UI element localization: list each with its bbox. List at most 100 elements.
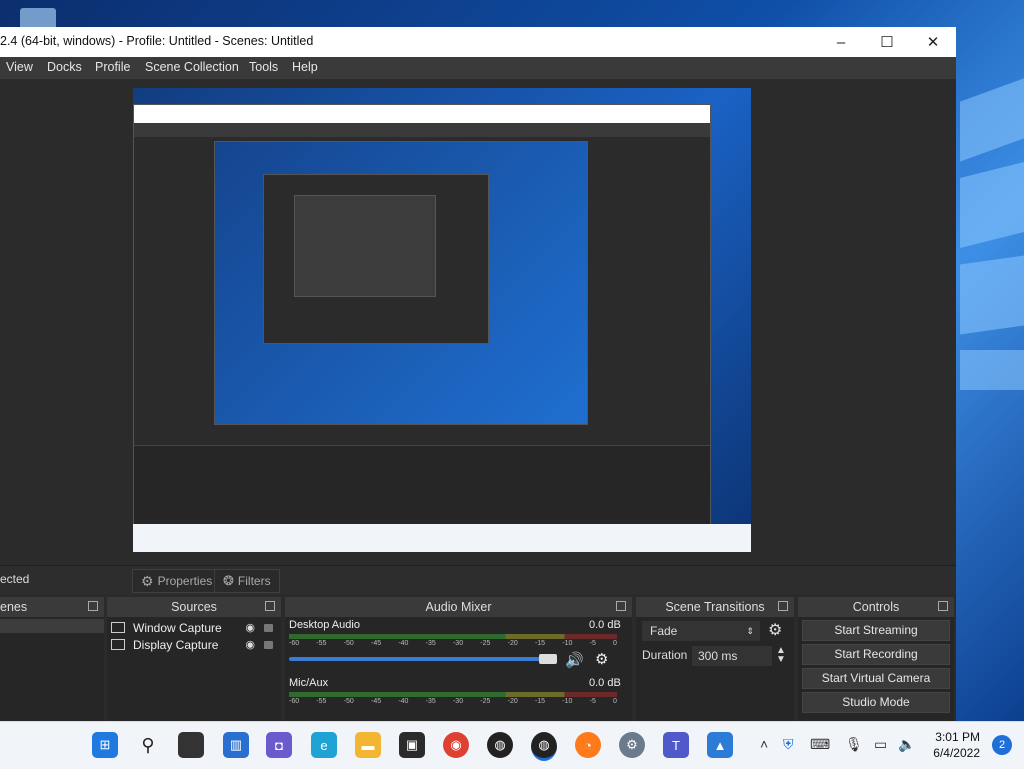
start-virtual-camera-button[interactable]: Start Virtual Camera <box>802 668 950 689</box>
network-icon[interactable]: ▭ <box>874 736 887 753</box>
meter-tick-label: -30 <box>452 698 464 705</box>
meter-tick-label: -40 <box>398 698 409 705</box>
notification-badge[interactable]: 2 <box>992 735 1012 755</box>
minimize-button[interactable]: – <box>818 27 864 57</box>
meter-tick-label: -25 <box>480 640 491 647</box>
selected-source-label: ected <box>0 572 30 586</box>
transition-select-row: Fade ⇕ ⚙ <box>636 620 794 644</box>
lock-icon[interactable] <box>264 640 273 649</box>
undock-icon[interactable] <box>616 601 626 611</box>
scenes-dock-title: enes <box>0 600 28 614</box>
meter-tick-label: -60 <box>289 698 300 705</box>
wallpaper-beam <box>960 162 1024 248</box>
volume-slider-knob[interactable] <box>539 654 557 664</box>
controls-dock: Controls Start Streaming Start Recording… <box>798 597 954 721</box>
menu-view[interactable]: View <box>6 60 33 74</box>
studio-mode-button[interactable]: Studio Mode <box>802 692 950 713</box>
filter-icon: ❂ <box>223 573 234 588</box>
transition-selected: Fade <box>650 624 678 638</box>
source-toolbar: ected ⚙ Properties ❂ Filters <box>0 565 956 594</box>
source-label: Window Capture <box>133 620 222 635</box>
properties-button[interactable]: ⚙ Properties <box>132 569 222 593</box>
meter-tick-label: -25 <box>480 698 491 705</box>
meter-tick-label: -30 <box>452 640 464 647</box>
close-button[interactable]: ✕ <box>910 27 956 57</box>
volume-slider[interactable] <box>289 654 557 664</box>
audio-mixer-dock: Audio Mixer Desktop Audio 0.0 dB -60 -55 -… <box>285 597 632 721</box>
obs-icon[interactable]: ◍ <box>487 732 513 758</box>
scene-list-item[interactable] <box>0 619 104 633</box>
undock-icon[interactable] <box>938 601 948 611</box>
store-icon[interactable]: ▣ <box>399 732 425 758</box>
gear-icon[interactable]: ⚙ <box>768 620 782 640</box>
maximize-icon: ☐ <box>880 34 894 51</box>
edge-icon[interactable]: e <box>311 732 337 758</box>
recursive-preview-3 <box>263 174 489 344</box>
teams-icon[interactable]: T <box>663 732 689 758</box>
filters-label: Filters <box>237 574 271 588</box>
windows-start-icon[interactable]: ⊞ <box>92 732 118 758</box>
settings-icon[interactable]: ⚙ <box>619 732 645 758</box>
display-capture-icon <box>111 639 125 650</box>
gear-icon[interactable]: ⚙ <box>595 650 608 668</box>
recursive-title-bar <box>134 105 710 123</box>
maximize-button[interactable]: ☐ <box>864 27 910 57</box>
gear-icon: ⚙ <box>141 572 154 589</box>
meter-tick-label: -10 <box>562 640 573 647</box>
mixer-channel-desktop-audio: Desktop Audio 0.0 dB -60 -55 -50 -45 -40 -35-… <box>285 617 632 675</box>
volume-icon[interactable]: 🔈 <box>898 736 915 753</box>
file-explorer-icon[interactable]: ▬ <box>355 732 381 758</box>
undock-icon[interactable] <box>265 601 275 611</box>
menu-profile[interactable]: Profile <box>95 60 130 74</box>
visibility-eye-icon[interactable]: ◉ <box>245 638 255 651</box>
volume-meter <box>289 634 617 639</box>
title-bar[interactable]: 2.4 (64-bit, windows) - Profile: Untitle… <box>0 27 956 57</box>
obs-active-icon[interactable]: ◍ <box>531 732 557 761</box>
chrome-icon[interactable]: ◉ <box>443 732 469 758</box>
widgets-icon[interactable]: ▥ <box>223 732 249 758</box>
meter-tick-label: -35 <box>425 698 436 705</box>
sources-dock-title: Sources <box>171 600 217 614</box>
microphone-icon[interactable]: 🎙 <box>845 736 863 753</box>
photos-icon[interactable]: ▲ <box>707 732 733 758</box>
meter-tick-label: -55 <box>316 698 327 705</box>
menu-docks[interactable]: Docks <box>47 60 82 74</box>
start-recording-button[interactable]: Start Recording <box>802 644 950 665</box>
meter-tick-label: -40 <box>398 640 409 647</box>
sources-dock-header: Sources <box>107 597 281 617</box>
spinner-icon[interactable]: ▲ ▼ <box>776 646 786 665</box>
meter-tick-label: -20 <box>507 698 518 705</box>
menu-help[interactable]: Help <box>292 60 318 74</box>
source-item-display-capture[interactable]: Display Capture ◉ <box>107 636 281 653</box>
audio-mixer-header: Audio Mixer <box>285 597 632 617</box>
meter-ticks: -60 -55 -50 -45 -40 -35 -30 -25 -20 -15 -10 -5 0 <box>289 698 617 705</box>
controls-title: Controls <box>852 600 900 614</box>
filters-button[interactable]: ❂ Filters <box>214 569 280 593</box>
visibility-eye-icon[interactable]: ◉ <box>245 621 255 634</box>
chevron-up-icon[interactable]: ˄ <box>760 736 768 752</box>
undock-icon[interactable] <box>778 601 788 611</box>
start-streaming-button[interactable]: Start Streaming <box>802 620 950 641</box>
firefox-icon[interactable]: ◔ <box>575 732 601 758</box>
scenes-dock: enes <box>0 597 104 721</box>
task-view-icon[interactable] <box>178 732 204 758</box>
meter-tick-label: -60 <box>289 640 300 647</box>
chat-icon[interactable]: ◘ <box>266 732 292 758</box>
menu-tools[interactable]: Tools <box>249 60 278 74</box>
properties-label: Properties <box>157 574 213 588</box>
search-icon[interactable]: ⚲ <box>135 732 161 758</box>
meter-tick-label: -15 <box>534 698 546 705</box>
lock-icon[interactable] <box>264 623 273 632</box>
security-shield-icon[interactable]: ⛨ <box>783 736 794 753</box>
menu-scene-collection[interactable]: Scene Collection <box>145 60 239 74</box>
undock-icon[interactable] <box>88 601 98 611</box>
keyboard-icon[interactable]: ⌨ <box>810 736 830 753</box>
clock[interactable]: 3:01 PM 6/4/2022 <box>933 729 980 761</box>
preview-canvas[interactable] <box>133 88 751 552</box>
source-item-window-capture[interactable]: Window Capture ◉ <box>107 619 281 636</box>
duration-input[interactable]: 300 ms <box>692 646 772 666</box>
meter-tick-label: -5 <box>589 640 596 647</box>
transition-select[interactable]: Fade ⇕ <box>642 621 760 641</box>
recursive-preview-2 <box>214 141 588 425</box>
speaker-icon[interactable]: 🔊 <box>565 651 584 669</box>
